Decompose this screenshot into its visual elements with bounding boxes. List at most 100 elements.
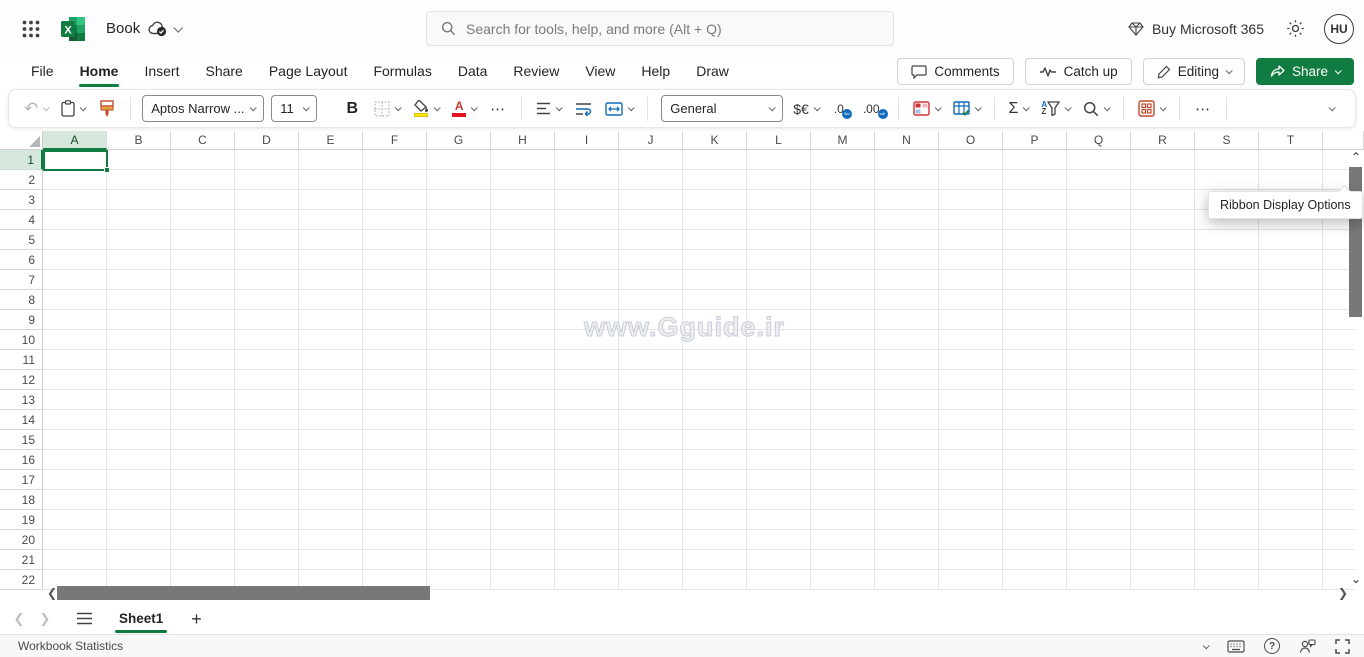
row-header-12[interactable]: 12	[0, 370, 43, 390]
column-header-i[interactable]: I	[555, 131, 619, 150]
row-header-6[interactable]: 6	[0, 250, 43, 270]
column-header-c[interactable]: C	[171, 131, 235, 150]
keyboard-shortcuts-icon[interactable]	[1227, 640, 1245, 653]
app-launcher-icon[interactable]	[14, 12, 48, 46]
column-header-n[interactable]: N	[875, 131, 939, 150]
editing-mode-button[interactable]: Editing	[1143, 58, 1245, 85]
menu-tab-view[interactable]: View	[572, 57, 628, 85]
column-header-q[interactable]: Q	[1067, 131, 1131, 150]
row-header-14[interactable]: 14	[0, 410, 43, 430]
wrap-text-button[interactable]	[571, 95, 595, 123]
format-painter-button[interactable]	[95, 95, 119, 123]
borders-button[interactable]	[371, 95, 403, 123]
help-icon[interactable]: ?	[1264, 638, 1280, 654]
conditional-formatting-button[interactable]	[910, 95, 943, 123]
row-header-4[interactable]: 4	[0, 210, 43, 230]
currency-format-button[interactable]: $€	[790, 95, 822, 123]
saved-to-cloud-icon[interactable]	[148, 21, 168, 37]
row-header-20[interactable]: 20	[0, 530, 43, 550]
fill-handle[interactable]	[104, 167, 110, 173]
add-sheet-button[interactable]: +	[191, 610, 202, 628]
fill-color-button[interactable]	[410, 95, 442, 123]
row-header-9[interactable]: 9	[0, 310, 43, 330]
format-as-table-button[interactable]	[950, 95, 983, 123]
ribbon-display-options-button[interactable]	[1319, 95, 1343, 123]
column-header-b[interactable]: B	[107, 131, 171, 150]
column-header-p[interactable]: P	[1003, 131, 1067, 150]
font-size-select[interactable]: 11	[271, 95, 317, 122]
column-header-j[interactable]: J	[619, 131, 683, 150]
scroll-left-icon[interactable]: ❮	[47, 586, 57, 600]
column-header-partial[interactable]	[1323, 131, 1364, 150]
undo-button[interactable]: ↶	[21, 95, 51, 123]
column-header-f[interactable]: F	[363, 131, 427, 150]
row-header-2[interactable]: 2	[0, 170, 43, 190]
autosum-button[interactable]: Σ	[1006, 95, 1032, 123]
row-header-8[interactable]: 8	[0, 290, 43, 310]
increase-decimal-button[interactable]: .00⇨	[860, 95, 887, 123]
font-name-select[interactable]: Aptos Narrow ...	[142, 95, 264, 122]
bold-button[interactable]: B	[340, 95, 364, 123]
horizontal-scrollbar-thumb[interactable]	[57, 586, 430, 600]
comments-button[interactable]: Comments	[897, 58, 1013, 85]
column-header-d[interactable]: D	[235, 131, 299, 150]
menu-tab-page-layout[interactable]: Page Layout	[256, 57, 361, 85]
previous-sheet-icon[interactable]: ❮	[6, 611, 32, 627]
column-header-k[interactable]: K	[683, 131, 747, 150]
search-input[interactable]: Search for tools, help, and more (Alt + …	[426, 11, 894, 46]
menu-tab-review[interactable]: Review	[500, 57, 572, 85]
column-header-g[interactable]: G	[427, 131, 491, 150]
row-header-11[interactable]: 11	[0, 350, 43, 370]
paste-button[interactable]	[58, 95, 88, 123]
next-sheet-icon[interactable]: ❯	[32, 611, 58, 627]
menu-tab-data[interactable]: Data	[445, 57, 501, 85]
column-header-t[interactable]: T	[1259, 131, 1323, 150]
column-header-h[interactable]: H	[491, 131, 555, 150]
menu-tab-file[interactable]: File	[18, 57, 67, 85]
menu-tab-insert[interactable]: Insert	[131, 57, 192, 85]
row-header-18[interactable]: 18	[0, 490, 43, 510]
row-header-16[interactable]: 16	[0, 450, 43, 470]
menu-tab-formulas[interactable]: Formulas	[360, 57, 444, 85]
row-header-13[interactable]: 13	[0, 390, 43, 410]
menu-tab-draw[interactable]: Draw	[683, 57, 742, 85]
column-header-m[interactable]: M	[811, 131, 875, 150]
fullscreen-icon[interactable]	[1335, 639, 1350, 654]
buy-microsoft-365-button[interactable]: Buy Microsoft 365	[1118, 15, 1274, 43]
sort-filter-button[interactable]: A Z	[1038, 95, 1073, 123]
all-sheets-menu-icon[interactable]	[76, 612, 93, 625]
scroll-right-icon[interactable]: ❯	[1338, 586, 1348, 600]
menu-tab-help[interactable]: Help	[628, 57, 683, 85]
column-header-s[interactable]: S	[1195, 131, 1259, 150]
row-header-19[interactable]: 19	[0, 510, 43, 530]
font-color-button[interactable]: A	[449, 95, 479, 123]
more-font-options-button[interactable]: ⋯	[486, 95, 510, 123]
select-all-corner[interactable]	[0, 131, 43, 150]
row-header-21[interactable]: 21	[0, 550, 43, 570]
sheet-tab-sheet1[interactable]: Sheet1	[117, 606, 165, 631]
share-button[interactable]: Share	[1256, 58, 1354, 85]
row-header-1[interactable]: 1	[0, 150, 43, 170]
number-format-select[interactable]: General	[661, 95, 783, 122]
active-cell-a1[interactable]	[43, 150, 108, 171]
more-ribbon-commands-button[interactable]: ⋯	[1191, 95, 1215, 123]
row-header-5[interactable]: 5	[0, 230, 43, 250]
status-chevron-down-icon[interactable]	[1203, 644, 1208, 649]
row-header-3[interactable]: 3	[0, 190, 43, 210]
settings-gear-icon[interactable]	[1278, 12, 1312, 46]
cell-grid[interactable]	[43, 150, 1355, 590]
column-header-a[interactable]: A	[43, 131, 107, 150]
column-header-l[interactable]: L	[747, 131, 811, 150]
cell-format-gallery-button[interactable]	[1135, 95, 1168, 123]
document-title[interactable]: Book	[106, 20, 140, 37]
menu-tab-share[interactable]: Share	[192, 57, 255, 85]
title-chevron-down-icon[interactable]	[173, 23, 183, 33]
find-button[interactable]	[1080, 95, 1112, 123]
row-header-10[interactable]: 10	[0, 330, 43, 350]
scroll-up-icon[interactable]: ⌃	[1351, 150, 1361, 164]
merge-cells-button[interactable]	[602, 95, 636, 123]
vertical-scrollbar-thumb[interactable]	[1349, 167, 1362, 317]
column-header-e[interactable]: E	[299, 131, 363, 150]
feedback-icon[interactable]	[1299, 638, 1316, 654]
row-header-15[interactable]: 15	[0, 430, 43, 450]
